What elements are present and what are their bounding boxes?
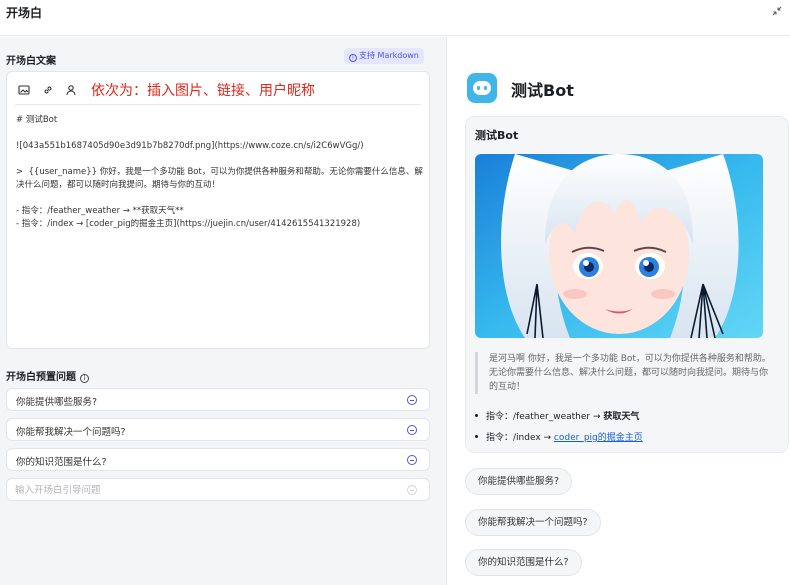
preset-question-item[interactable]: 你能帮我解决一个问题吗?: [6, 418, 430, 441]
opening-text-label: 开场白文案: [6, 56, 56, 67]
eye-icon: [477, 86, 480, 90]
opening-text-content[interactable]: # 测试Bot ![043a551b1687405d90e3d91b7b8270…: [16, 114, 426, 231]
bullet-dot: [475, 435, 478, 438]
preset-questions-heading: 开场白预置问题 i: [6, 368, 89, 383]
bot-avatar: [467, 73, 497, 103]
user-icon[interactable]: [65, 84, 77, 96]
eye-icon: [484, 86, 487, 90]
info-icon[interactable]: i: [80, 374, 89, 383]
page-title: 开场白: [6, 6, 43, 20]
preset-question-item[interactable]: 你能提供哪些服务?: [6, 388, 430, 411]
opening-message-card: 测试Bot 是河马啊 你好，我是一个多功能 Bot，可以为你提供各种服务和帮助。…: [465, 116, 789, 453]
suggested-question-chip[interactable]: 你能提供哪些服务?: [465, 468, 573, 495]
remove-question-icon[interactable]: [407, 455, 417, 465]
preset-questions-label: 开场白预置问题: [6, 372, 76, 383]
suggested-question-chip[interactable]: 你能帮我解决一个问题吗?: [465, 509, 601, 536]
bullet-text: 指令：/index →: [486, 433, 554, 443]
preset-question-text[interactable]: 你的知识范围是什么?: [16, 454, 107, 468]
remove-question-icon[interactable]: [407, 395, 417, 405]
toolbar-hint: 依次为：插入图片、链接、用户昵称: [91, 83, 315, 99]
remove-question-icon[interactable]: [407, 425, 417, 435]
bot-illustration: [475, 154, 763, 338]
suggested-question-chip[interactable]: 你的知识范围是什么?: [465, 549, 582, 576]
image-icon[interactable]: [18, 84, 30, 96]
header-bar: 开场白: [0, 0, 790, 36]
juejin-link[interactable]: coder_pig的掘金主页: [554, 433, 643, 443]
opening-quote: 是河马啊 你好，我是一个多功能 Bot，可以为你提供各种服务和帮助。无论你需要什…: [475, 352, 771, 394]
new-question-item[interactable]: [6, 478, 430, 501]
opening-text-editor[interactable]: 依次为：插入图片、链接、用户昵称 # 测试Bot ![043a551b16874…: [6, 71, 430, 349]
bullet-bold-text: 获取天气: [603, 412, 640, 422]
collapse-icon[interactable]: [772, 6, 782, 16]
markdown-badge-label: 支持 Markdown: [359, 51, 419, 60]
preview-panel: 测试Bot 测试Bot 是河马啊 你好，我是一个多功能 Bot，可以为你提供各种…: [448, 37, 790, 585]
info-icon: i: [349, 54, 357, 62]
preset-question-text[interactable]: 你能帮我解决一个问题吗?: [16, 424, 126, 438]
markdown-badge[interactable]: i 支持 Markdown: [344, 48, 424, 64]
bullet-dot: [475, 414, 478, 417]
link-icon[interactable]: [42, 84, 54, 96]
config-panel: 开场白文案 i 支持 Markdown 依次为：插入图片、链接、用户昵称 # 测试…: [0, 37, 447, 585]
new-question-input[interactable]: [15, 483, 395, 497]
remove-question-icon[interactable]: [407, 485, 417, 495]
command-bullet: 指令：/index → coder_pig的掘金主页: [475, 430, 643, 443]
preset-question-item[interactable]: 你的知识范围是什么?: [6, 448, 430, 471]
bullet-text: 指令：/feather_weather →: [486, 412, 604, 422]
editor-toolbar: 依次为：插入图片、链接、用户昵称: [15, 77, 421, 105]
bot-face-icon: [473, 81, 491, 95]
bot-name: 测试Bot: [511, 81, 574, 100]
preset-question-text[interactable]: 你能提供哪些服务?: [16, 394, 97, 408]
command-bullet: 指令：/feather_weather → 获取天气: [475, 409, 639, 422]
card-title: 测试Bot: [475, 129, 519, 142]
